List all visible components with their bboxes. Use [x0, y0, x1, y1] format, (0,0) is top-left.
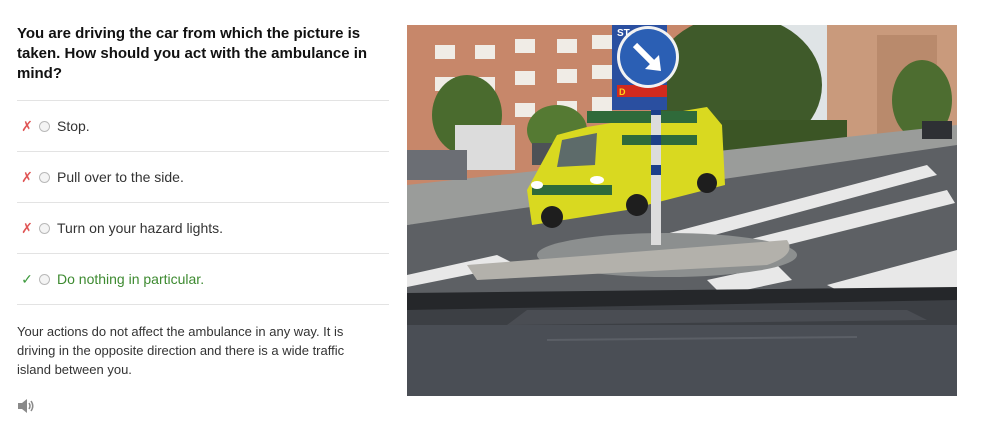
answer-options: ✗ Stop. ✗ Pull over to the side. ✗ Turn … — [17, 100, 389, 305]
option-label: Turn on your hazard lights. — [57, 220, 224, 236]
shop-sign-letter: D — [619, 87, 626, 97]
wrong-mark-icon: ✗ — [21, 117, 33, 134]
radio-button[interactable] — [39, 222, 50, 234]
radio-button[interactable] — [39, 273, 50, 285]
speaker-icon[interactable] — [17, 398, 35, 414]
option-pull-over[interactable]: ✗ Pull over to the side. — [17, 152, 389, 203]
option-do-nothing[interactable]: ✓ Do nothing in particular. — [17, 254, 389, 305]
question-text: You are driving the car from which the p… — [17, 25, 368, 82]
wrong-mark-icon: ✗ — [21, 168, 33, 185]
question-panel: You are driving the car from which the p… — [17, 24, 389, 379]
option-stop[interactable]: ✗ Stop. — [17, 101, 389, 152]
option-label: Stop. — [57, 118, 90, 134]
keep-right-sign-icon — [617, 26, 679, 88]
wrong-mark-icon: ✗ — [21, 219, 33, 236]
question-photo: ST D — [407, 25, 957, 396]
option-label: Do nothing in particular. — [57, 271, 205, 287]
option-hazard-lights[interactable]: ✗ Turn on your hazard lights. — [17, 203, 389, 254]
explanation-text: Your actions do not affect the ambulance… — [17, 324, 345, 377]
radio-button[interactable] — [39, 171, 50, 183]
option-label: Pull over to the side. — [57, 169, 184, 185]
radio-button[interactable] — [39, 120, 50, 132]
check-mark-icon: ✓ — [21, 270, 33, 287]
